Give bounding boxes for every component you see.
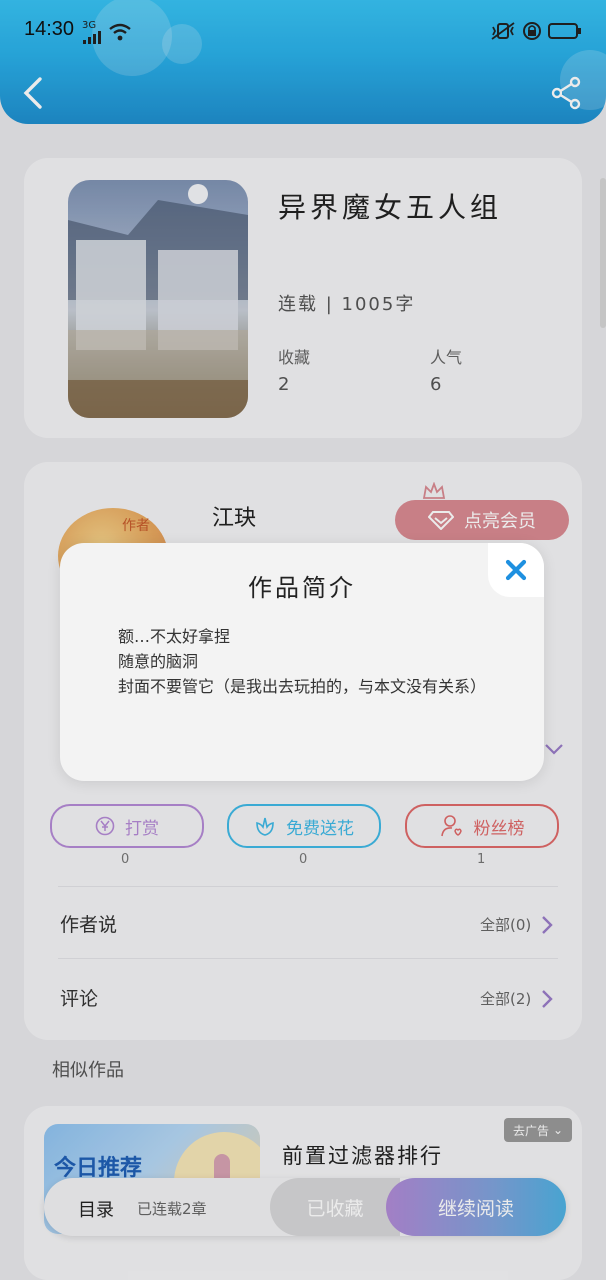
synopsis-line: 封面不要管它（是我出去玩拍的，与本文没有关系） bbox=[118, 677, 487, 696]
synopsis-line: 随意的脑洞 bbox=[118, 652, 199, 671]
close-icon bbox=[505, 559, 527, 581]
synopsis-body: 额…不太好拿捏 随意的脑洞 封面不要管它（是我出去玩拍的，与本文没有关系） bbox=[118, 624, 498, 699]
close-dialog-button[interactable] bbox=[488, 543, 544, 597]
synopsis-line: 额…不太好拿捏 bbox=[118, 627, 231, 646]
synopsis-title: 作品简介 bbox=[248, 574, 356, 602]
